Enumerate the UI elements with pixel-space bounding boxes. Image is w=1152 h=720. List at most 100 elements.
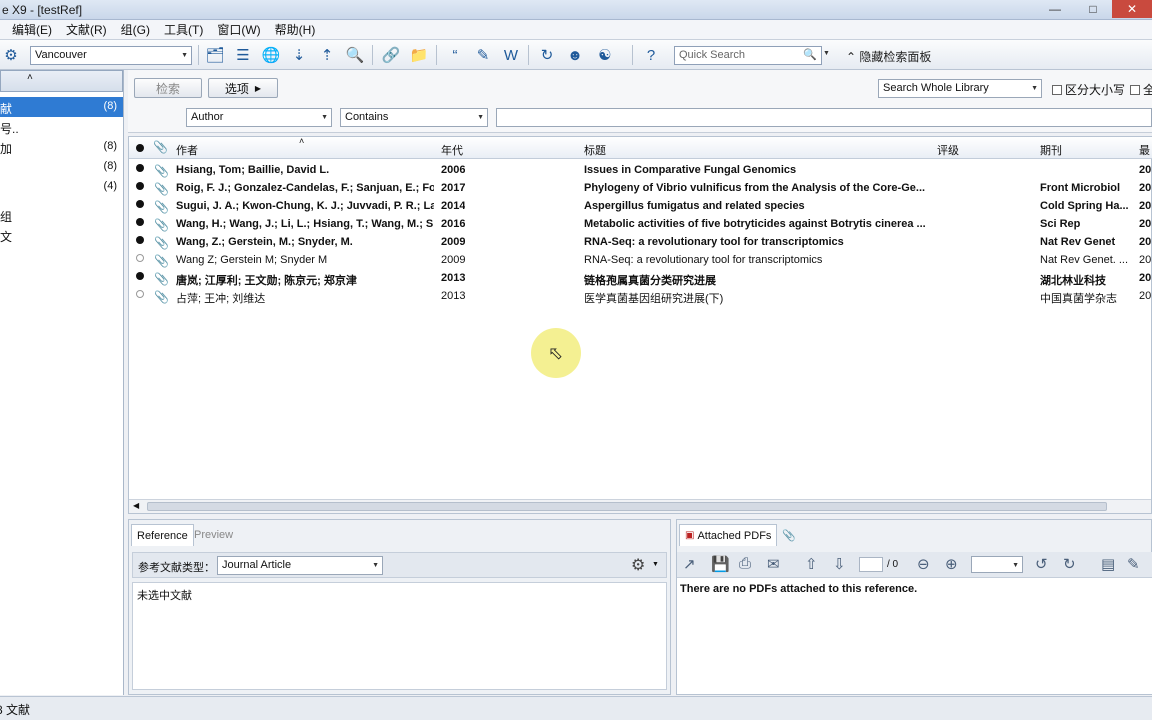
column-title[interactable]: 标题	[584, 142, 606, 158]
search-icon[interactable]: 🔍	[803, 48, 817, 61]
search-scope-select[interactable]: Search Whole Library ▼	[878, 79, 1042, 98]
attachment-column-icon[interactable]: 📎	[153, 140, 168, 154]
unread-dot-icon[interactable]	[136, 272, 144, 280]
maximize-icon[interactable]: □	[1074, 0, 1112, 18]
tab-attached-pdfs[interactable]: ▣ Attached PDFs	[679, 524, 778, 546]
read-status-column-icon[interactable]	[136, 144, 144, 152]
table-row[interactable]: 📎 占萍; 王冲; 刘维达 2013 医学真菌基因组研究进展(下) 中国真菌学杂…	[129, 287, 1152, 305]
cell-year: 2006	[441, 164, 466, 176]
chevron-down-icon[interactable]: ▼	[652, 561, 659, 568]
checkbox-box[interactable]	[1130, 84, 1140, 95]
print-icon[interactable]: ⎙	[739, 555, 751, 572]
zoom-in-icon[interactable]: ⊕	[945, 555, 958, 573]
list-icon[interactable]: ☰	[232, 44, 254, 66]
column-author[interactable]: 作者	[176, 142, 198, 158]
page-up-icon[interactable]: ⇧	[805, 555, 818, 573]
menu-references[interactable]: 文献(R)	[66, 21, 107, 38]
zoom-out-icon[interactable]: ⊖	[917, 555, 930, 573]
column-last-updated[interactable]: 最	[1139, 142, 1150, 158]
attach-file-icon[interactable]: 📎	[777, 524, 801, 546]
close-icon[interactable]: ✕	[1112, 0, 1152, 18]
unread-dot-icon[interactable]	[136, 236, 144, 244]
scroll-left-icon[interactable]: ◀	[133, 501, 139, 510]
groups-panel-header[interactable]: ˄	[0, 70, 123, 92]
local-library-icon[interactable]: 🗂	[204, 44, 226, 66]
column-year[interactable]: 年代	[441, 142, 463, 158]
menu-help[interactable]: 帮助(H)	[275, 21, 316, 38]
word-icon[interactable]: W	[500, 44, 522, 66]
menu-tools[interactable]: 工具(T)	[164, 21, 203, 38]
match-case-checkbox[interactable]: 区分大小写	[1052, 81, 1125, 98]
reference-detail-area[interactable]: 未选中文献	[132, 582, 667, 690]
pdf-viewer-area[interactable]: There are no PDFs attached to this refer…	[677, 578, 1152, 694]
tab-preview[interactable]: Preview	[189, 524, 238, 546]
import-icon[interactable]: ⇣	[288, 44, 310, 66]
search-term-input[interactable]	[496, 108, 1152, 127]
horizontal-scrollbar[interactable]: ◀	[129, 499, 1151, 513]
group-online-search[interactable]: 文	[0, 225, 123, 245]
output-style-select[interactable]: Vancouver ▼	[30, 46, 192, 65]
match-words-checkbox[interactable]: 全	[1130, 81, 1152, 98]
rotate-right-icon[interactable]: ↻	[1063, 555, 1076, 573]
hide-search-panel-button[interactable]: ⌃ 隐藏检索面板	[846, 48, 931, 65]
scrollbar-thumb[interactable]	[147, 502, 1107, 511]
column-journal[interactable]: 期刊	[1040, 142, 1062, 158]
table-row[interactable]: 📎 Hsiang, Tom; Baillie, David L. 2006 Is…	[129, 161, 1152, 179]
page-down-icon[interactable]: ⇩	[833, 555, 846, 573]
find-fulltext-icon[interactable]: 🔍	[344, 44, 366, 66]
rotate-left-icon[interactable]: ↺	[1035, 555, 1048, 573]
table-row[interactable]: 📎 Roig, F. J.; Gonzalez-Candelas, F.; Sa…	[129, 179, 1152, 197]
menu-window[interactable]: 窗口(W)	[217, 21, 260, 38]
sync-icon[interactable]: ↻	[536, 44, 558, 66]
group-unfiled[interactable]: (8)	[0, 157, 123, 177]
tab-reference[interactable]: Reference	[131, 524, 194, 546]
search-field-select[interactable]: Author ▼	[186, 108, 332, 127]
unread-dot-icon[interactable]	[136, 182, 144, 190]
column-rating[interactable]: 评级	[937, 142, 959, 158]
gear-icon[interactable]: ⚙	[631, 555, 645, 575]
help-icon[interactable]: ?	[640, 44, 662, 66]
table-row[interactable]: 📎 Wang Z; Gerstein M; Snyder M 2009 RNA-…	[129, 251, 1152, 269]
insert-citation-icon[interactable]: “	[444, 44, 466, 66]
menu-groups[interactable]: 组(G)	[121, 21, 150, 38]
group-icon[interactable]: ☯	[594, 44, 616, 66]
table-row[interactable]: 📎 Wang, Z.; Gerstein, M.; Snyder, M. 200…	[129, 233, 1152, 251]
cell-author: Roig, F. J.; Gonzalez-Candelas, F.; Sanj…	[176, 182, 434, 194]
zoom-level-select[interactable]: ▼	[971, 556, 1023, 573]
read-dot-icon[interactable]	[136, 254, 144, 262]
unread-dot-icon[interactable]	[136, 164, 144, 172]
export-icon[interactable]: ⇡	[316, 44, 338, 66]
share-user-icon[interactable]: ☻	[564, 44, 586, 66]
options-button[interactable]: 选项 ▶	[208, 78, 278, 98]
open-link-icon[interactable]: 🔗	[380, 44, 402, 66]
email-icon[interactable]: ✉	[767, 555, 780, 573]
open-file-icon[interactable]: 📁	[408, 44, 430, 66]
menu-edit[interactable]: 编辑(E)	[12, 21, 52, 38]
online-search-icon[interactable]: 🌐	[260, 44, 282, 66]
table-row[interactable]: 📎 唐岚; 江厚利; 王文勋; 陈京元; 郑京津 2013 链格孢属真菌分类研究…	[129, 269, 1152, 287]
checkbox-box[interactable]	[1052, 84, 1062, 95]
group-recently-added[interactable]: 加 (8)	[0, 137, 123, 157]
sync-library-icon[interactable]: ⚙	[0, 44, 22, 66]
annotation-icon[interactable]: ▤	[1101, 555, 1115, 573]
group-my-groups[interactable]: 组	[0, 205, 123, 225]
table-row[interactable]: 📎 Wang, H.; Wang, J.; Li, L.; Hsiang, T.…	[129, 215, 1152, 233]
save-icon[interactable]: 💾	[711, 555, 730, 573]
page-number-input[interactable]	[859, 557, 883, 572]
search-operator-select[interactable]: Contains ▼	[340, 108, 488, 127]
reference-type-select[interactable]: Journal Article ▼	[217, 556, 383, 575]
group-sync-status[interactable]: 号..	[0, 117, 123, 137]
open-external-icon[interactable]: ↗	[683, 555, 696, 573]
unread-dot-icon[interactable]	[136, 218, 144, 226]
read-dot-icon[interactable]	[136, 290, 144, 298]
highlight-icon[interactable]: ✎	[1127, 555, 1140, 573]
group-trash[interactable]: (4)	[0, 177, 123, 197]
minimize-icon[interactable]: —	[1036, 0, 1074, 18]
format-bibliography-icon[interactable]: ✎	[472, 44, 494, 66]
group-all-references[interactable]: 献 (8)	[0, 97, 123, 117]
quick-search-input[interactable]: Quick Search 🔍	[674, 46, 822, 65]
unread-dot-icon[interactable]	[136, 200, 144, 208]
search-button[interactable]: 检索	[134, 78, 202, 98]
table-row[interactable]: 📎 Sugui, J. A.; Kwon-Chung, K. J.; Juvva…	[129, 197, 1152, 215]
quick-search-options-icon[interactable]: ▼	[823, 50, 830, 57]
